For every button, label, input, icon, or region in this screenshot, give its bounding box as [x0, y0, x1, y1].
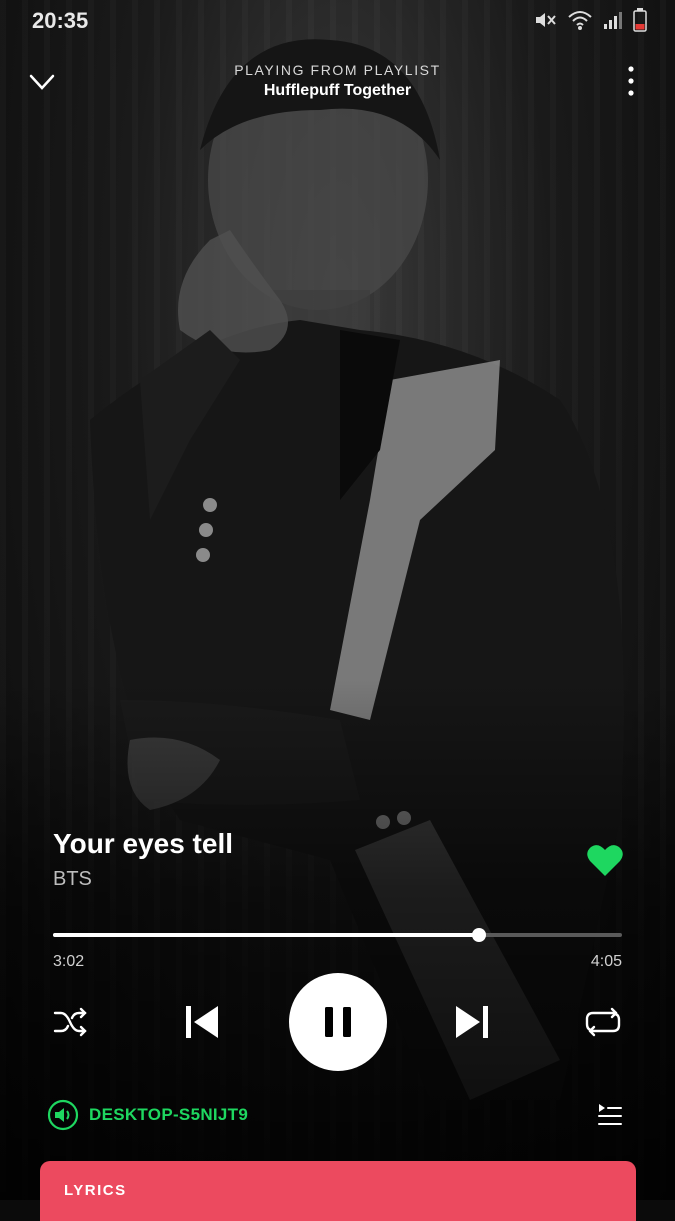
skip-next-icon[interactable] [452, 1002, 492, 1042]
playback-progress-bar[interactable] [53, 928, 622, 942]
more-options-icon[interactable] [611, 62, 651, 102]
lyrics-label: LYRICS [64, 1182, 127, 1199]
wifi-icon [568, 11, 592, 30]
skip-previous-icon[interactable] [182, 1002, 222, 1042]
like-heart-icon[interactable] [585, 843, 625, 879]
lyrics-card[interactable]: LYRICS [40, 1161, 636, 1221]
progress-fill [53, 933, 480, 937]
pause-button[interactable] [289, 973, 387, 1071]
connected-device[interactable]: DESKTOP-S5NIJT9 [47, 1099, 248, 1131]
battery-icon [633, 8, 647, 32]
queue-icon[interactable] [596, 1101, 624, 1129]
pause-icon [325, 1007, 351, 1037]
device-name: DESKTOP-S5NIJT9 [89, 1105, 249, 1124]
context-label: PLAYING FROM PLAYLIST [234, 62, 441, 78]
track-artist[interactable]: BTS [53, 868, 92, 891]
signal-icon [604, 12, 622, 29]
status-icons [533, 8, 647, 32]
playlist-context[interactable]: PLAYING FROM PLAYLIST Hufflepuff Togethe… [0, 62, 675, 100]
shuffle-icon[interactable] [52, 1004, 88, 1040]
elapsed-time: 3:02 [53, 953, 85, 970]
mute-icon [536, 13, 556, 27]
track-title[interactable]: Your eyes tell [53, 828, 233, 860]
speaker-icon [47, 1099, 79, 1131]
playlist-name: Hufflepuff Together [263, 82, 412, 99]
repeat-icon[interactable] [584, 1004, 622, 1040]
status-time: 20:35 [32, 8, 89, 33]
total-duration: 4:05 [590, 953, 622, 970]
status-bar: 20:35 [0, 0, 675, 40]
